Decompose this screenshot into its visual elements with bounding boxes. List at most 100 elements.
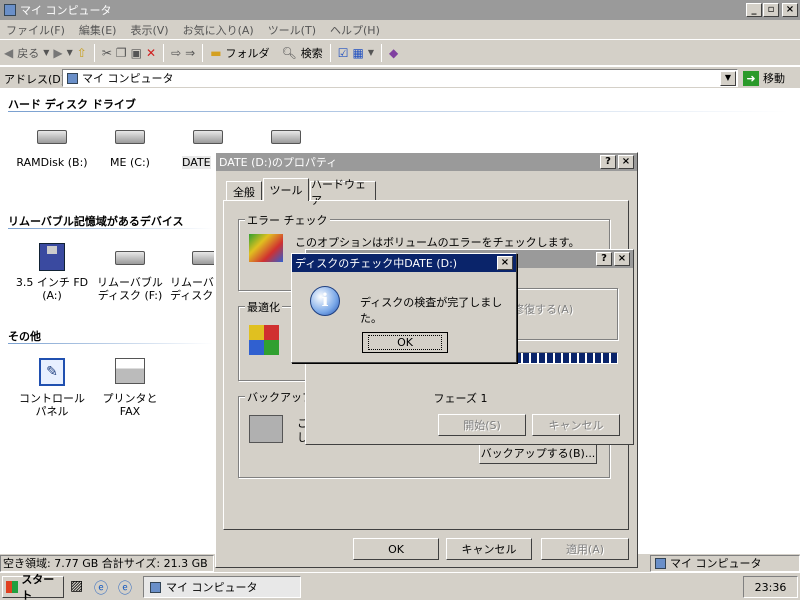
map-drive-icon[interactable]: ◆ (389, 46, 398, 60)
backup-icon (249, 415, 283, 443)
drive-c[interactable]: ME (C:) (92, 130, 168, 169)
folders-button[interactable]: フォルダ (226, 45, 270, 61)
back-button[interactable]: 戻る (17, 45, 39, 61)
properties-title: DATE (D:)のプロパティ (219, 156, 338, 169)
views-icon[interactable]: ▦ (353, 46, 364, 60)
menu-file[interactable]: ファイル(F) (6, 22, 65, 38)
defrag-icon (249, 325, 279, 355)
properties-icon[interactable]: ☑ (338, 46, 349, 60)
close-button[interactable]: × (618, 155, 634, 169)
cancel-button[interactable]: キャンセル (532, 414, 620, 436)
section-divider (8, 343, 213, 344)
taskbar: スタート ▨ ⓔ ⓔ マイ コンピュータ 23:36 (0, 572, 800, 602)
toolbar-separator (381, 43, 383, 62)
maximize-button[interactable]: ▫ (763, 3, 779, 17)
ok-button[interactable]: OK (353, 538, 439, 560)
copy-icon[interactable]: ❐ (116, 46, 127, 60)
computer-icon (150, 581, 161, 593)
delete-icon[interactable]: ✕ (146, 46, 156, 60)
address-label: アドレス(D) (4, 73, 66, 86)
help-button[interactable]: ? (596, 252, 612, 266)
properties-titlebar[interactable]: DATE (D:)のプロパティ (216, 153, 637, 171)
window-title: マイ コンピュータ (20, 4, 112, 17)
tab-tools[interactable]: ツール (263, 178, 309, 201)
menu-favorites[interactable]: お気に入り(A) (183, 22, 254, 38)
item-label: プリンタと FAX (102, 392, 158, 418)
explorer-titlebar[interactable]: マイ コンピュータ (0, 0, 800, 20)
quicklaunch-ie-icon[interactable]: ⓔ (94, 578, 108, 598)
floppy-a[interactable]: 3.5 インチ FD (A:) (14, 243, 90, 302)
menu-view[interactable]: 表示(V) (130, 22, 168, 38)
section-hdd: ハード ディスク ドライブ (8, 98, 136, 111)
drive-b[interactable]: RAMDisk (B:) (14, 130, 90, 169)
drive-label: DATE (182, 156, 211, 169)
removable-g[interactable]: リムーバブル ディスク (170, 243, 214, 302)
start-button[interactable]: スタート (2, 573, 64, 602)
control-panel[interactable]: ✎ コントロール パネル (14, 358, 90, 418)
windows-logo-icon (6, 581, 19, 593)
drive-label: 3.5 インチ FD (A:) (15, 276, 89, 302)
move-to-icon[interactable]: ⇨ (171, 46, 181, 60)
minimize-button[interactable]: _ (746, 3, 762, 17)
quicklaunch-desktop-icon[interactable]: ▨ (70, 578, 83, 594)
search-icon[interactable]: 🔍︎ (282, 46, 297, 60)
address-dropdown-button[interactable]: ▼ (720, 71, 736, 86)
close-button[interactable]: × (782, 3, 798, 17)
drive-label: ME (C:) (110, 156, 150, 169)
removable-f[interactable]: リムーバブル ディスク (F:) (92, 243, 168, 302)
section-divider (8, 228, 213, 229)
control-panel-icon: ✎ (39, 358, 65, 386)
taskbar-task-mycomputer[interactable]: マイ コンピュータ (143, 576, 301, 598)
copy-to-icon[interactable]: ⇒ (185, 46, 195, 60)
menu-bar: ファイル(F) 編集(E) 表示(V) お気に入り(A) ツール(T) ヘルプ(… (0, 20, 800, 39)
menu-tools[interactable]: ツール(T) (268, 22, 316, 38)
close-button[interactable]: × (497, 256, 513, 270)
address-bar: アドレス(D) マイ コンピュータ ▼ ➜ 移動 (0, 66, 800, 88)
printers-fax[interactable]: プリンタと FAX (92, 358, 168, 418)
toolbar-separator (329, 43, 331, 62)
removable-drive-icon (115, 251, 145, 265)
back-dropdown-icon[interactable]: ▼ (43, 48, 49, 57)
start-button[interactable]: 開始(S) (438, 414, 526, 436)
floppy-icon (39, 243, 65, 271)
status-left: 空き領域: 7.77 GB 合計サイズ: 21.3 GB (0, 555, 214, 572)
search-button[interactable]: 検索 (301, 45, 323, 61)
cancel-button[interactable]: キャンセル (446, 538, 532, 560)
cut-icon[interactable]: ✂ (102, 46, 112, 60)
disk-check-icon (249, 234, 283, 262)
up-folder-icon[interactable]: ⇧ (77, 46, 87, 60)
hard-drive-icon (115, 130, 145, 144)
drive-e[interactable] (248, 130, 324, 144)
views-dropdown-icon[interactable]: ▼ (368, 48, 374, 57)
apply-button[interactable]: 適用(A) (541, 538, 629, 560)
go-arrow-icon: ➜ (743, 70, 759, 86)
forward-dropdown-icon[interactable]: ▼ (67, 48, 73, 57)
menu-edit[interactable]: 編集(E) (79, 22, 117, 38)
group-label: 最適化 (245, 299, 282, 315)
help-button[interactable]: ? (600, 155, 616, 169)
message-box-titlebar[interactable]: ディスクのチェック中DATE (D:) (292, 254, 516, 272)
menu-help[interactable]: ヘルプ(H) (330, 22, 380, 38)
tab-general[interactable]: 全般 (226, 181, 262, 201)
backup-button[interactable]: バックアップする(B)... (479, 442, 597, 464)
status-zone: マイ コンピュータ (670, 557, 762, 570)
go-button[interactable]: ➜ 移動 (743, 70, 785, 86)
task-label: マイ コンピュータ (166, 581, 258, 594)
tab-hardware[interactable]: ハードウェア (310, 178, 376, 207)
removable-drive-icon (192, 251, 214, 265)
back-icon[interactable]: ◀ (4, 46, 13, 60)
forward-icon[interactable]: ▶ (53, 46, 62, 60)
address-input[interactable]: マイ コンピュータ (62, 69, 738, 87)
close-button[interactable]: × (614, 252, 630, 266)
paste-icon[interactable]: ▣ (131, 46, 142, 60)
address-value: マイ コンピュータ (82, 72, 174, 85)
printer-icon (115, 358, 145, 384)
computer-icon (655, 558, 666, 569)
group-label: エラー チェック (245, 212, 330, 228)
folders-icon[interactable]: ▬ (210, 46, 221, 60)
clock: 23:36 (743, 576, 798, 598)
hard-drive-icon (37, 130, 67, 144)
message-ok-button[interactable]: OK (362, 332, 448, 353)
drive-label: RAMDisk (B:) (16, 156, 88, 169)
quicklaunch-ie2-icon[interactable]: ⓔ (118, 578, 132, 598)
